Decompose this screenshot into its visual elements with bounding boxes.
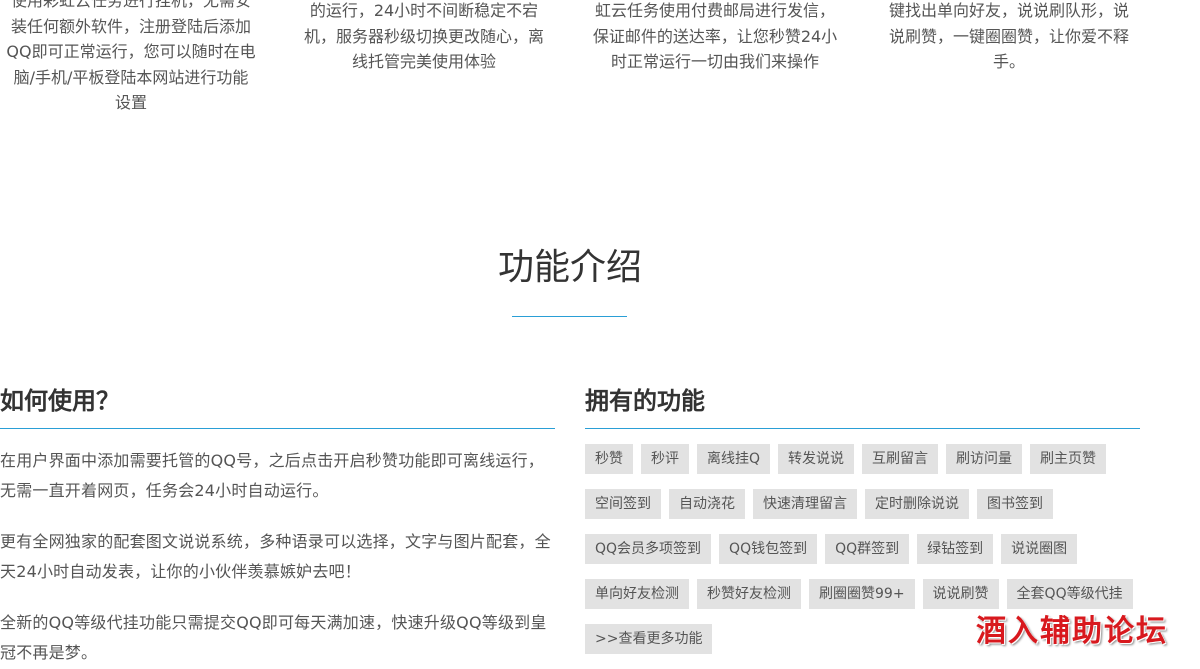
watermark-logo: 酒入辅助论坛 xyxy=(976,614,1168,649)
feature-1-line: 装任何额外软件，注册登陆后添加 xyxy=(10,16,251,36)
feature-1-line: 脑/手机/平板登陆本网站进行功能 xyxy=(13,67,249,87)
feature-description-3: 虹云任务使用付费邮局进行发信， 保证邮件的送达率，让您秒赞24小 时正常运行一切… xyxy=(580,0,850,75)
feature-3-line: 时正常运行一切由我们来操作 xyxy=(610,52,819,71)
tag-green-diamond-checkin[interactable]: 绿钻签到 xyxy=(917,534,994,564)
feature-description-4: 键找出单向好友，说说刷队形，说 说刷赞，一键圈圈赞，让你爱不释 手。 xyxy=(874,0,1144,75)
tag-timed-delete[interactable]: 定时删除说说 xyxy=(865,489,969,519)
feature-4-line: 键找出单向好友，说说刷队形，说 xyxy=(888,1,1129,20)
feature-2-line: 的运行，24小时不间断稳定不宕 xyxy=(309,1,539,20)
section-title-underline xyxy=(512,316,627,317)
feature-4-line: 手。 xyxy=(992,52,1025,71)
tag-wallet-checkin[interactable]: QQ钱包签到 xyxy=(719,534,818,564)
feature-1-line: 设置 xyxy=(114,93,147,112)
tag-miaoping[interactable]: 秒评 xyxy=(641,444,689,474)
tag-offline-qq[interactable]: 离线挂Q xyxy=(697,444,771,474)
tag-group-checkin[interactable]: QQ群签到 xyxy=(825,534,910,564)
tag-oneway-friend-check[interactable]: 单向好友检测 xyxy=(585,579,689,609)
tag-homepage-likes[interactable]: 刷主页赞 xyxy=(1030,444,1107,474)
tag-qzone-checkin[interactable]: 空间签到 xyxy=(585,489,661,519)
tag-book-checkin[interactable]: 图书签到 xyxy=(977,489,1053,519)
howto-paragraph: 全新的QQ等级代挂功能只需提交QQ即可每天满加速，快速升级QQ等级到皇冠不再是梦… xyxy=(0,613,547,662)
feature-3-line: 保证邮件的送达率，让您秒赞24小 xyxy=(592,26,838,46)
tag-miaozan-friend-check[interactable]: 秒赞好友检测 xyxy=(697,579,801,609)
section-title: 功能介绍 xyxy=(497,247,642,288)
howto-paragraph: 在用户界面中添加需要托管的QQ号，之后点击开启秒赞功能即可离线运行，无需一直开着… xyxy=(0,451,544,500)
tag-shuoshuo-image[interactable]: 说说圈图 xyxy=(1001,534,1078,564)
howto-divider xyxy=(0,428,555,429)
tag-mutual-comments[interactable]: 互刷留言 xyxy=(862,444,939,474)
feature-2-line: 机，服务器秒级切换更改随心，离 xyxy=(303,26,544,46)
feature-description-2: 的运行，24小时不间断稳定不宕 机，服务器秒级切换更改随心，离 线托管完美使用体… xyxy=(289,0,559,75)
feature-2-line: 线托管完美使用体验 xyxy=(351,52,496,71)
tag-clear-comments[interactable]: 快速清理留言 xyxy=(753,489,857,519)
functions-divider xyxy=(585,428,1140,429)
feature-4-line: 说刷赞，一键圈圈赞，让你爱不释 xyxy=(888,26,1129,46)
howto-paragraph: 更有全网独家的配套图文说说系统，多种语录可以选择，文字与图片配套，全天24小时自… xyxy=(0,532,551,581)
tag-shuoshuo-likes[interactable]: 说说刷赞 xyxy=(922,579,999,609)
feature-1-line: 使用彩虹云任务进行挂机，无需安 xyxy=(10,0,251,10)
tag-circle-likes[interactable]: 刷圈圈赞99+ xyxy=(809,579,915,609)
tag-vip-checkin[interactable]: QQ会员多项签到 xyxy=(585,534,712,564)
feature-description-1: 使用彩虹云任务进行挂机，无需安 装任何额外软件，注册登陆后添加 QQ即可正常运行… xyxy=(0,0,266,116)
more-functions-link[interactable]: >>查看更多功能 xyxy=(585,624,713,654)
tag-miaozan[interactable]: 秒赞 xyxy=(585,444,633,474)
feature-3-line: 虹云任务使用付费邮局进行发信， xyxy=(594,1,835,20)
howto-title: 如何使用？ xyxy=(0,387,120,415)
tag-visit-count[interactable]: 刷访问量 xyxy=(946,444,1023,474)
tag-forward-shuoshuo[interactable]: 转发说说 xyxy=(778,444,855,474)
tag-auto-water[interactable]: 自动浇花 xyxy=(669,489,745,519)
tag-qq-level[interactable]: 全套QQ等级代挂 xyxy=(1006,579,1133,609)
functions-title: 拥有的功能 xyxy=(585,387,705,415)
feature-1-line: QQ即可正常运行，您可以随时在电 xyxy=(6,42,256,61)
